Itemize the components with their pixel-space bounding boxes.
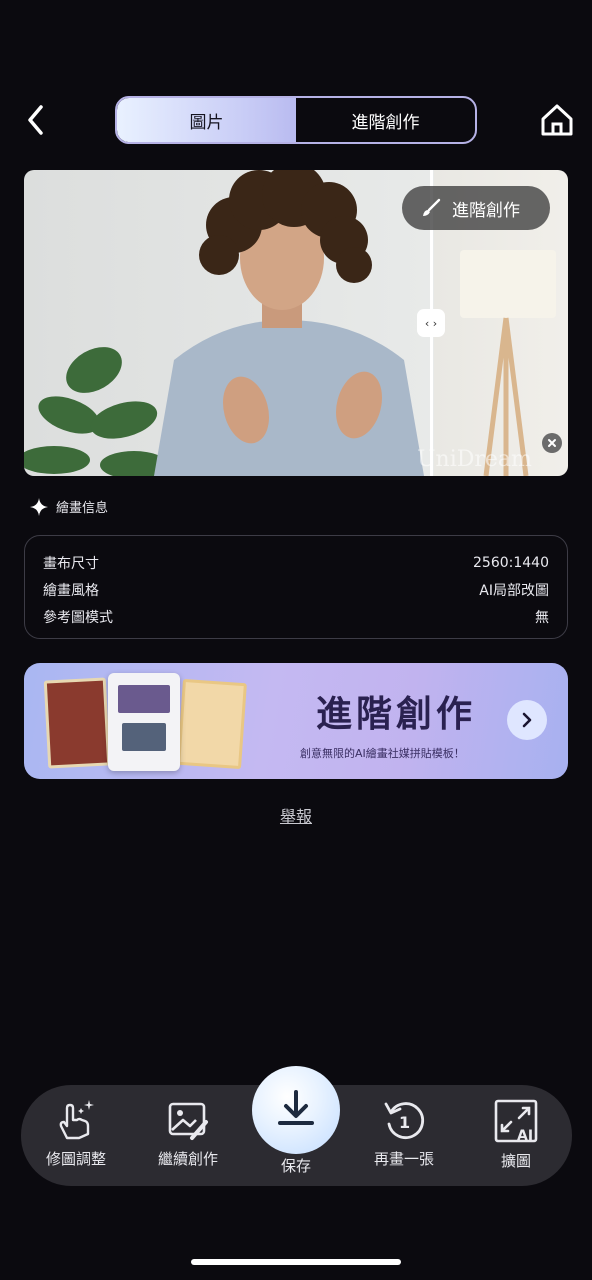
- home-icon: [541, 104, 573, 136]
- save-label: 保存: [280, 1157, 311, 1175]
- report-link[interactable]: 舉報: [0, 803, 592, 827]
- advanced-creation-banner[interactable]: 進階創作 創意無限的AI繪畫社媒拼貼模板！: [24, 663, 568, 779]
- save-button[interactable]: [252, 1066, 340, 1154]
- chevron-left-icon: [28, 105, 43, 135]
- banner-card-left: [43, 677, 111, 769]
- info-value: 無: [535, 609, 549, 626]
- redraw-label: 再畫一張: [373, 1150, 434, 1168]
- expand-image-button[interactable]: AI 擴圖: [466, 1098, 566, 1171]
- retouch-label: 修圖調整: [45, 1150, 106, 1168]
- watermark-text: UniDream: [417, 447, 532, 472]
- banner-title: 進階創作: [316, 693, 477, 735]
- info-label: 畫布尺寸: [43, 555, 99, 572]
- drawing-info-title: 繪畫信息: [56, 501, 109, 516]
- svg-text:AI: AI: [517, 1128, 533, 1144]
- advanced-creation-badge[interactable]: 進階創作: [402, 186, 550, 230]
- tab-image[interactable]: 圖片: [117, 98, 296, 142]
- info-value: 2560:1440: [473, 554, 549, 571]
- banner-card-right: [177, 678, 247, 770]
- compare-slider-handle[interactable]: ‹ ›: [417, 309, 445, 337]
- close-watermark-button[interactable]: [542, 433, 562, 453]
- drawing-info-heading: 繪畫信息: [30, 497, 108, 516]
- banner-handheld-device: [108, 673, 180, 771]
- tab-advanced-creation[interactable]: 進階創作: [296, 98, 475, 142]
- banner-subtitle: 創意無限的AI繪畫社媒拼貼模板！: [300, 747, 465, 760]
- brush-icon: [423, 198, 441, 216]
- sparkle-icon: [30, 497, 48, 516]
- close-icon: [548, 439, 556, 447]
- expand-ai-icon: AI: [494, 1099, 538, 1144]
- redraw-button[interactable]: 1 再畫一張: [354, 1098, 454, 1169]
- mode-segmented-control: 圖片 進階創作: [115, 96, 477, 144]
- info-label: 繪畫風格: [43, 582, 99, 599]
- image-edit-icon: [168, 1102, 208, 1140]
- info-value: AI局部改圖: [479, 582, 549, 599]
- advanced-creation-badge-label: 進階創作: [452, 200, 520, 221]
- info-row-reference-mode: 參考圖模式 無: [43, 603, 549, 630]
- redo-one-icon: 1: [384, 1102, 425, 1140]
- drawing-info-panel: 畫布尺寸 2560:1440 繪畫風格 AI局部改圖 參考圖模式 無: [24, 535, 568, 639]
- continue-creation-label: 繼續創作: [157, 1150, 218, 1168]
- back-button[interactable]: [22, 100, 50, 140]
- chevron-right-icon: [522, 712, 532, 728]
- hand-sparkle-icon: [59, 1100, 94, 1140]
- info-row-style: 繪畫風格 AI局部改圖: [43, 576, 549, 603]
- info-row-canvas-size: 畫布尺寸 2560:1440: [43, 549, 549, 576]
- download-icon: [278, 1090, 314, 1125]
- info-label: 參考圖模式: [43, 609, 113, 626]
- continue-creation-button[interactable]: 繼續創作: [138, 1098, 238, 1169]
- expand-image-label: 擴圖: [500, 1152, 531, 1170]
- home-button[interactable]: [536, 100, 578, 140]
- svg-text:1: 1: [399, 1113, 410, 1132]
- banner-next-button[interactable]: [507, 700, 547, 740]
- home-indicator: [191, 1259, 401, 1265]
- retouch-button[interactable]: 修圖調整: [26, 1098, 126, 1169]
